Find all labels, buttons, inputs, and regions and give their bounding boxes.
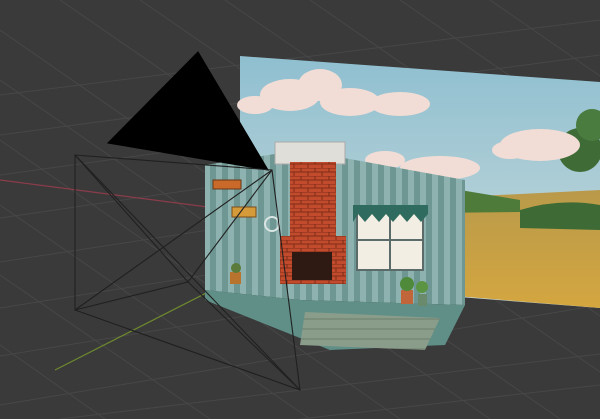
chimney [290,162,336,240]
plant-pot [401,290,413,304]
picture-frame [212,179,242,190]
plant-pot [418,294,427,306]
chimney-top [274,141,346,165]
viewport-canvas[interactable] [0,0,600,419]
picture-frame [231,206,257,218]
room-diorama[interactable] [205,141,465,350]
plant-pot [230,272,241,284]
3d-viewport[interactable] [0,0,600,419]
fireplace-opening [292,252,332,280]
